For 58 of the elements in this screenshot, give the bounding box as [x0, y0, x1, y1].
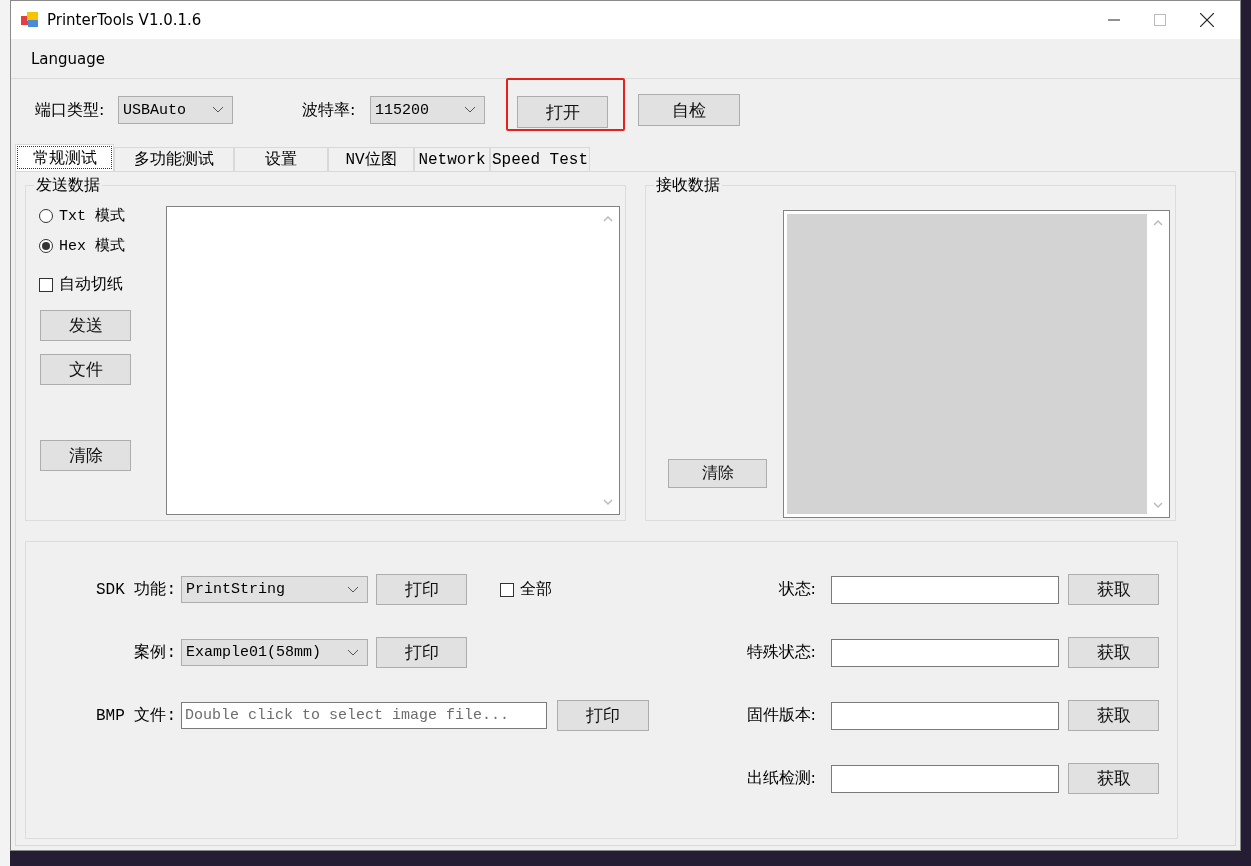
tab[interactable]: Network: [414, 147, 490, 171]
get-button[interactable]: 获取: [1068, 574, 1159, 605]
status-field[interactable]: [831, 575, 1059, 604]
scroll-down-icon[interactable]: [1153, 502, 1163, 509]
tab[interactable]: 设置: [234, 147, 328, 171]
send-panel-button[interactable]: 发送: [40, 310, 131, 341]
close-icon[interactable]: [1200, 13, 1214, 27]
radio-button[interactable]: Txt 模式: [39, 206, 125, 225]
baud-rate-label: 波特率:: [302, 99, 357, 121]
radio-button[interactable]: Hex 模式: [39, 236, 125, 255]
port-type-dropdown[interactable]: USBAuto: [118, 96, 233, 124]
port-type-label: 端口类型:: [35, 99, 106, 121]
menu-item[interactable]: Language: [27, 47, 110, 70]
send-panel-button[interactable]: 清除: [40, 440, 131, 471]
toolbar-button[interactable]: 打开: [517, 96, 608, 128]
chevron-down-icon: [212, 106, 224, 114]
receive-text-area[interactable]: [783, 210, 1170, 518]
checkbox[interactable]: 全部: [500, 579, 552, 600]
status-field[interactable]: [831, 764, 1059, 793]
group-title: 发送数据: [35, 175, 101, 196]
get-button[interactable]: 获取: [1068, 700, 1159, 731]
field-label: SDK 功能:: [95, 580, 176, 600]
tab[interactable]: 多功能测试: [114, 147, 234, 171]
dropdown[interactable]: Example01(58mm): [181, 639, 368, 666]
field-label: 状态:: [777, 579, 816, 600]
toolbar-button[interactable]: 自检: [638, 94, 740, 126]
clear-button[interactable]: 清除: [668, 459, 767, 488]
scroll-up-icon[interactable]: [1153, 219, 1163, 226]
maximize-icon[interactable]: [1154, 14, 1166, 26]
print-button[interactable]: 打印: [376, 574, 467, 605]
status-field[interactable]: [831, 701, 1059, 730]
field-label: 案例:: [133, 642, 176, 663]
window-title: PrinterTools V1.0.1.6: [47, 11, 202, 29]
field-label: 固件版本:: [745, 705, 816, 726]
file-path-field[interactable]: Double click to select image file...: [181, 702, 547, 729]
field-label: BMP 文件:: [95, 705, 176, 726]
dropdown[interactable]: PrintString: [181, 576, 368, 603]
status-field[interactable]: [831, 638, 1059, 667]
group-title: 接收数据: [655, 175, 721, 196]
scroll-up-icon[interactable]: [603, 215, 613, 222]
field-label: 出纸检测:: [745, 768, 816, 789]
chevron-down-icon: [464, 106, 476, 114]
chevron-down-icon: [347, 585, 359, 594]
app-icon: [21, 12, 39, 28]
print-button[interactable]: 打印: [376, 637, 467, 668]
chevron-down-icon: [347, 648, 359, 657]
field-label: 特殊状态:: [745, 642, 816, 663]
get-button[interactable]: 获取: [1068, 763, 1159, 794]
checkbox[interactable]: 自动切纸: [39, 274, 123, 295]
scroll-down-icon[interactable]: [603, 499, 613, 506]
print-button[interactable]: 打印: [557, 700, 649, 731]
tab[interactable]: Speed Test: [490, 147, 590, 171]
send-panel-button[interactable]: 文件: [40, 354, 131, 385]
send-text-area[interactable]: [166, 206, 620, 515]
tab[interactable]: NV位图: [328, 147, 414, 171]
tab[interactable]: 常规测试: [15, 144, 114, 171]
get-button[interactable]: 获取: [1068, 637, 1159, 668]
baud-rate-dropdown[interactable]: 115200: [370, 96, 485, 124]
